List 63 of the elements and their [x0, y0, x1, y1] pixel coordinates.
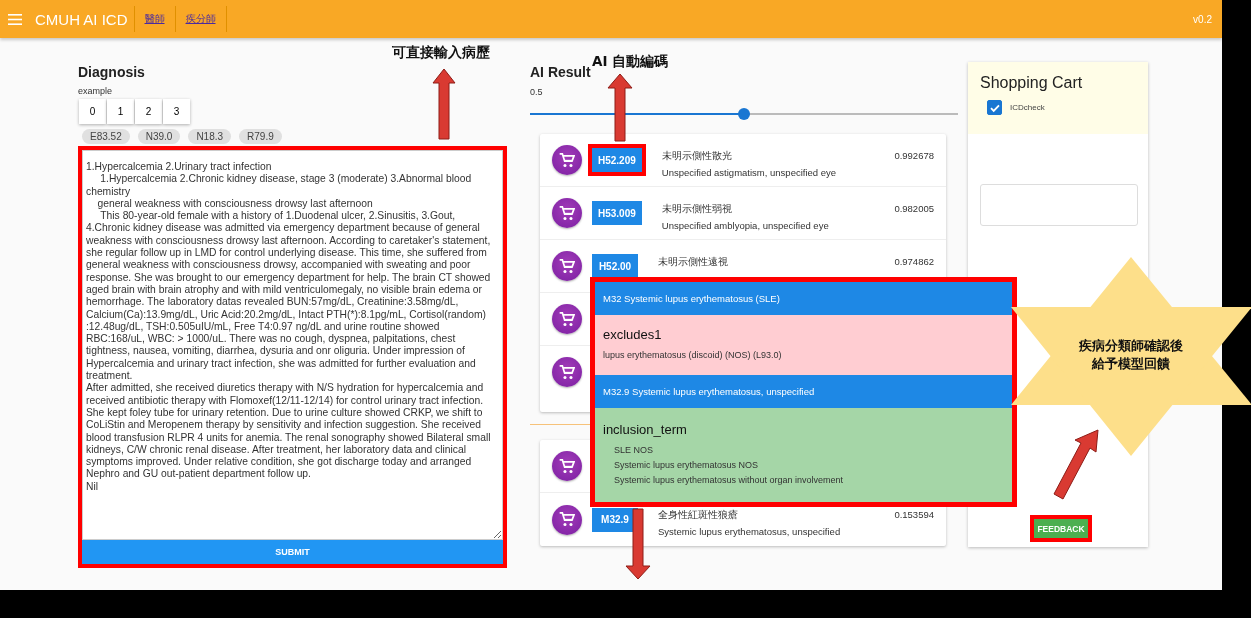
add-to-cart-button[interactable]	[552, 145, 582, 175]
checkbox-label: ICDcheck	[1010, 103, 1045, 112]
nav-link[interactable]: 醫師	[133, 6, 175, 32]
annotation-arrow	[607, 73, 633, 142]
diagnosis-description: Systemic lupus erythematosus, unspecified	[658, 526, 842, 537]
diagnosis-name: 未明示側性遠視	[658, 256, 729, 269]
section-title: AI Result	[530, 64, 592, 80]
example-button[interactable]: 2	[135, 99, 162, 124]
code-badge[interactable]: H52.00	[592, 254, 638, 278]
score-value: 0.992678	[894, 150, 934, 161]
example-label: example	[78, 86, 114, 96]
diagnosis-name: 未明示側性弱視	[661, 203, 733, 216]
diagnosis-name: 全身性紅斑性狼瘡	[658, 509, 739, 522]
section-title: Diagnosis	[78, 64, 146, 80]
section-heading: excludes1	[603, 327, 663, 342]
cart-icon	[559, 258, 575, 274]
threshold-value: 0.5	[530, 87, 544, 97]
term-text: lupus erythematosus (discoid) (NOS) (L93.0)	[603, 349, 783, 362]
cart-icon	[559, 152, 575, 168]
callout-text: 疾病分類師確認後 給予模型回饋	[1078, 337, 1184, 373]
example-button[interactable]: 1	[107, 99, 134, 124]
cart-icon	[559, 458, 575, 474]
example-button[interactable]: 3	[163, 99, 190, 124]
diagnosis-description: Unspecified amblyopia, unspecified eye	[661, 220, 830, 231]
medical-record-field[interactable]: 1.Hypercalcemia 2.Urinary tract infection 1.Hypercalcemia 2.Chronic kidney disease, stage 3 (moderate) 3.Abnormal blood chemistry general weakness with consciousness drowsy last afternoon This 80-year-old female with a history of 1.Duodenal ulcer, 2.Sinusitis, 3.Gout, 4.Chronic kidney disease was admitted via emergency department because of general weakness with consciousness drowsy last afternoon. According to caretaker's statement, she regular follow up in LMD for control underlying disease. This time, she suffered from general weakness with consciousness drowsy, accompanied with sweating and poor response. She was brought to our emergency department for help. The brain CT showed aged brain with brain atrophy and with mild ventriculomegaly, no visible brain edema or hemorrhage. The laboratory datas revealed BUN:57mg/dL, Creatinine:3.58mg/dL, Calcium(Ca):13.9mg/dL, Uric Acid:20.2mg/dL, Intact PTH(*):8.1pg/mL, Cortisol(random) :12.48ug/dL, TSH:0.505uIU/mL, Free T4:0.97 ng/dL and urine routine showed RBC:168/uL, WBC: > 1000/uL. There was no cough, dyspnea, palpitations, chest tightness, nausea, vomiting, diarrhea, dysuria and onr oliguria. Under impression of Hypercalcemia and urinary tract infection, she was admitted for further evaluation and treatment. After admitted, she received diuretics therapy with N/S hydration for hypercalcemia and received antibiotic therapy with Flomoxef(12/11-12/14) for control urinary tract infection. She kept foley tube for urinary retention. Due to urine culture showed CRKP, we shift to CoLiStin and Meropenem therapy by sensitivity and infection suggestion. She received blood transfusion RLPR 4 units for anemia. The renal sonography showed Bilateral small kidneys, C/W chronic renal disease. After treatment, her laboratory data and clinical symptoms improved. Under relative condition, she got discharge today and arranged Nephro and GU out-patient department follow up. Nil	[82, 150, 503, 540]
checkbox[interactable]	[987, 100, 1002, 115]
diagnosis-name: 未明示側性散光	[661, 150, 733, 163]
annotation-arrow	[432, 68, 456, 140]
code-chip[interactable]: E83.52	[82, 129, 130, 144]
cart-icon	[559, 512, 575, 527]
term-text: Systemic lupus erythematosus NOS	[613, 459, 760, 472]
code-badge[interactable]: H52.209	[592, 148, 642, 172]
annotation-text: AI 自動編碼	[592, 53, 669, 71]
nav-link[interactable]: 疾分師	[174, 6, 227, 32]
slider-thumb[interactable]	[738, 108, 750, 120]
example-button[interactable]: 0	[79, 99, 106, 124]
code-chip[interactable]: N18.3	[188, 129, 232, 144]
add-to-cart-button[interactable]	[552, 304, 582, 334]
cart-icon	[559, 205, 575, 221]
code-heading: M32.9 Systemic lupus erythematosus, unspecified	[603, 386, 816, 397]
code-chip[interactable]: N39.0	[137, 129, 181, 144]
app-title: CMUH AI ICD	[35, 10, 128, 28]
section-heading: inclusion_term	[603, 422, 688, 437]
add-to-cart-button[interactable]	[552, 357, 582, 387]
score-value: 0.974862	[894, 256, 934, 267]
cart-icon	[559, 311, 575, 327]
cart-icon	[559, 364, 575, 380]
score-value: 0.153594	[894, 509, 934, 520]
add-to-cart-button[interactable]	[552, 451, 582, 481]
score-value: 0.982005	[894, 203, 934, 214]
panel-title: Shopping Cart	[980, 74, 1084, 92]
code-badge[interactable]: H53.009	[592, 201, 642, 225]
term-text: SLE NOS	[613, 444, 654, 457]
add-to-cart-button[interactable]	[552, 251, 582, 281]
code-chip[interactable]: R79.9	[239, 129, 282, 144]
annotation-text: 可直接輸入病歷	[392, 44, 490, 62]
add-to-cart-button[interactable]	[552, 504, 582, 535]
input-field[interactable]	[980, 184, 1138, 226]
diagnosis-description: Unspecified astigmatism, unspecified eye	[661, 167, 838, 178]
term-text: Systemic lupus erythematosus without organ involvement	[613, 474, 845, 487]
add-to-cart-button[interactable]	[552, 198, 582, 228]
code-heading: M32 Systemic lupus erythematosus (SLE)	[603, 293, 781, 304]
version-label: v0.2	[1193, 13, 1212, 25]
